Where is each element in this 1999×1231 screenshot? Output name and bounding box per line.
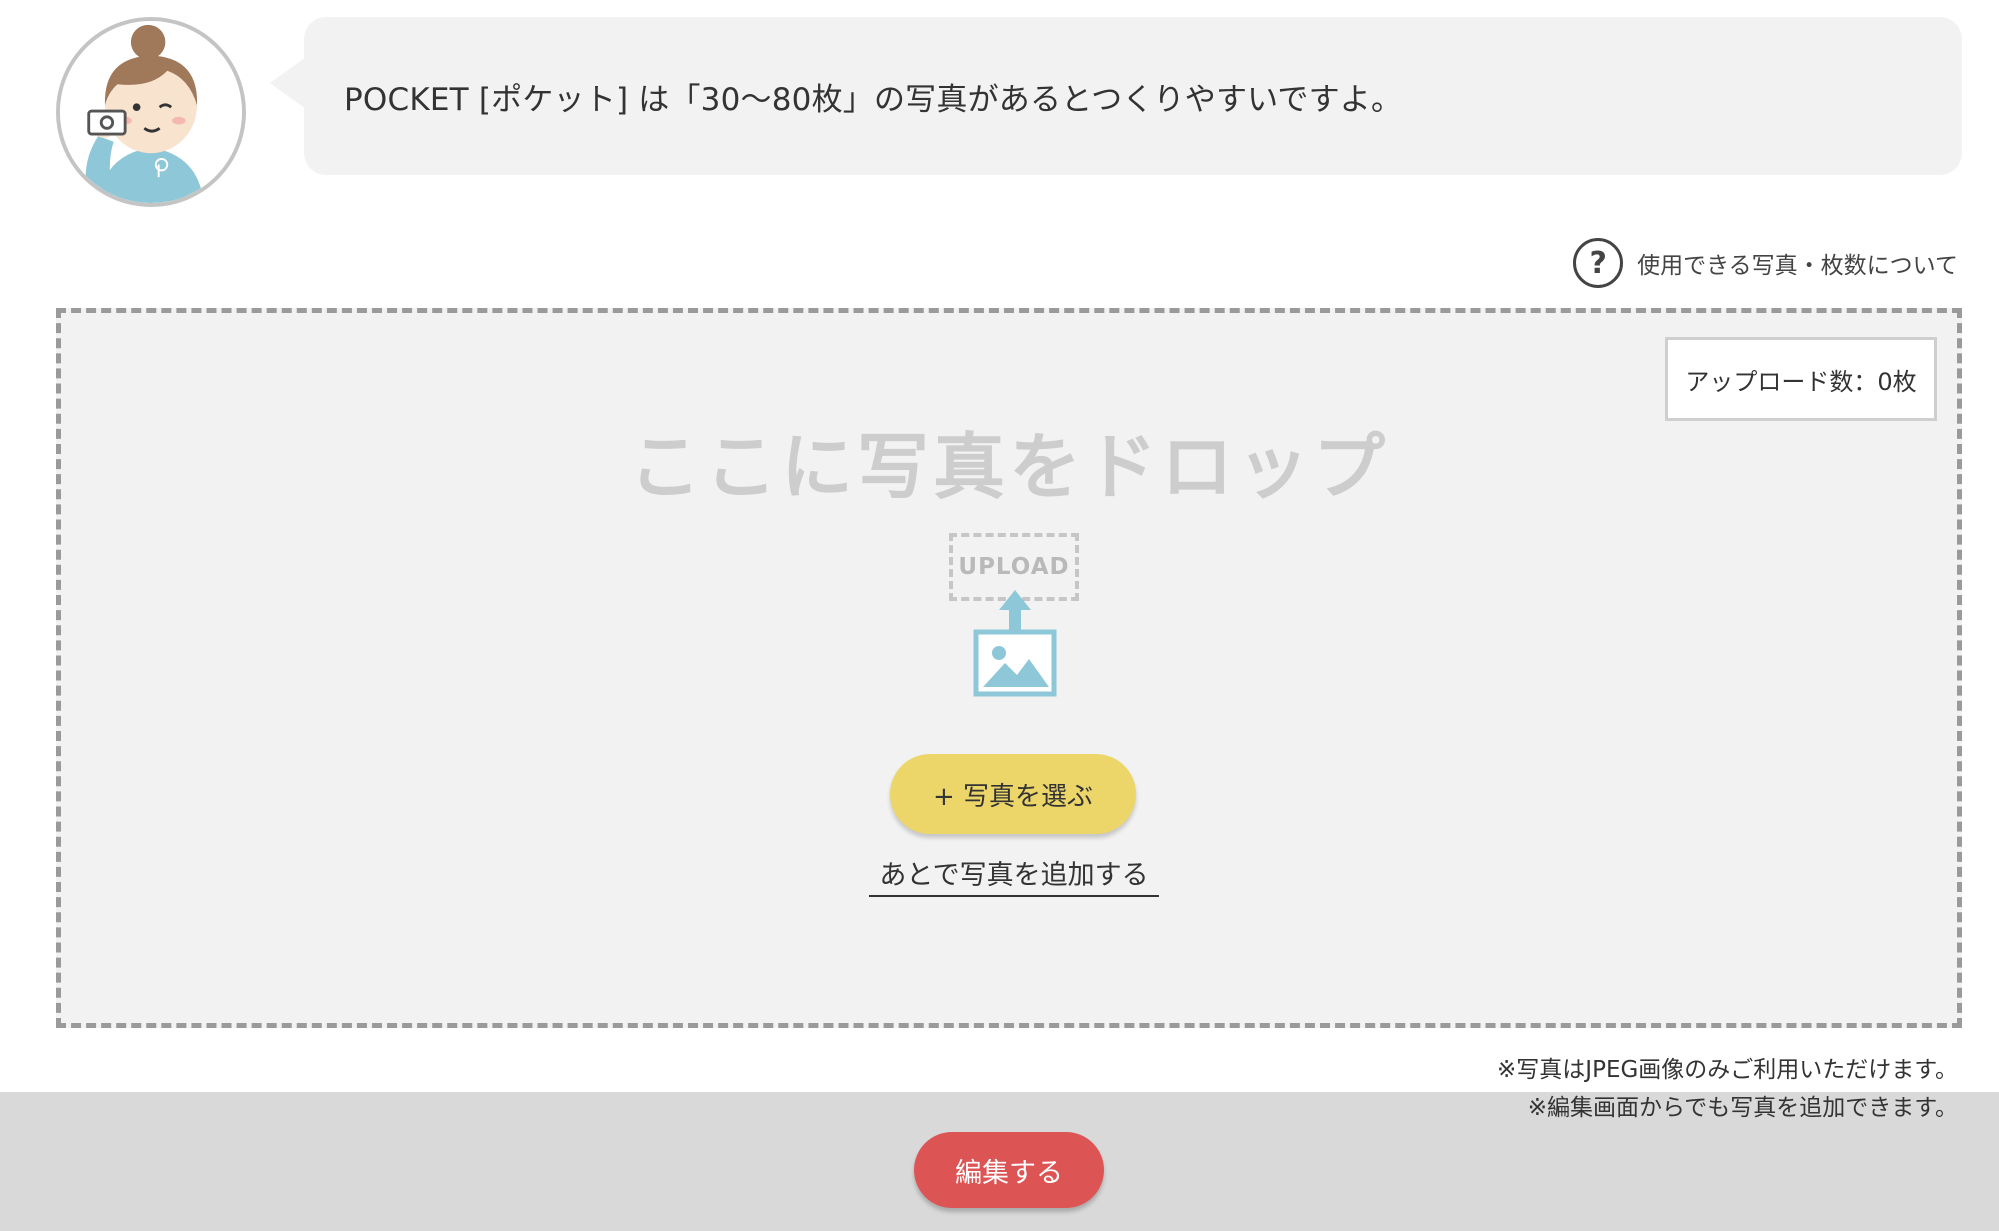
drop-zone-title: ここに写真をドロップ (628, 425, 1389, 509)
help-circle-icon: ? (1573, 238, 1624, 288)
upload-page: POCKET [ポケット] は「30〜80枚」の写真があるとつくりやすいですよ。… (0, 0, 1999, 1231)
edit-button[interactable]: 編集する (914, 1132, 1104, 1208)
jpeg-only-note: ※写真はJPEG画像のみご利用いただけます。 (1497, 1057, 1958, 1083)
add-later-note: ※編集画面からでも写真を追加できます。 (1527, 1095, 1958, 1121)
photo-drop-zone[interactable]: アップロード数：0枚 ここに写真をドロップ UPLOAD + 写真を選ぶ あとで… (56, 308, 1962, 1028)
bubble-message: POCKET [ポケット] は「30〜80枚」の写真があるとつくりやすいですよ。 (344, 81, 1403, 118)
choose-photos-button[interactable]: + 写真を選ぶ (890, 754, 1136, 834)
upload-illustration: UPLOAD (949, 533, 1085, 709)
mascot-avatar (56, 17, 246, 207)
mascot-illustration (60, 21, 242, 203)
help-link-label: 使用できる写真・枚数について (1637, 253, 1958, 279)
image-icon (973, 629, 1057, 697)
photo-guidelines-link[interactable]: ? 使用できる写真・枚数について (1573, 236, 1958, 290)
add-photos-later-link[interactable]: あとで写真を追加する (869, 853, 1159, 897)
upload-arrow-icon (999, 590, 1031, 630)
speech-bubble: POCKET [ポケット] は「30〜80枚」の写真があるとつくりやすいですよ。 (270, 17, 1962, 175)
